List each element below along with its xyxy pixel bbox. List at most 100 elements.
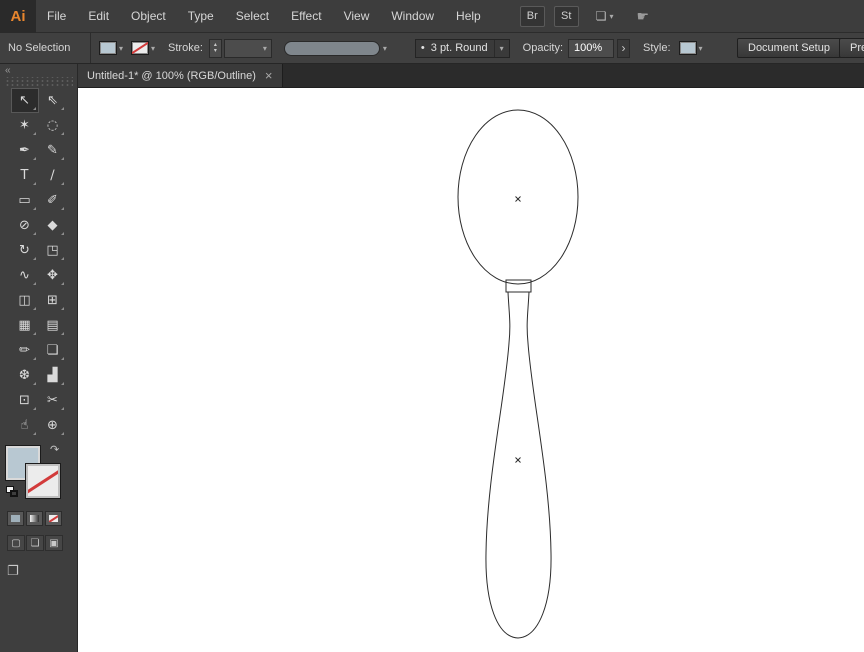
document-title: Untitled-1* @ 100% (RGB/Outline): [87, 69, 256, 82]
menu-item[interactable]: Effect: [280, 0, 332, 32]
menu-item[interactable]: Type: [177, 0, 225, 32]
artboard-canvas[interactable]: [78, 88, 864, 652]
lasso-tool[interactable]: ◌: [39, 113, 67, 138]
illustrator-window: Ai File Edit Object Type Select Effect View Win…: [0, 0, 864, 652]
gradient-button[interactable]: [26, 511, 43, 526]
none-slash-icon: [132, 42, 149, 54]
hand-tool[interactable]: ☝: [11, 413, 39, 438]
pen-tool[interactable]: ✒: [11, 138, 39, 163]
rotate-tool[interactable]: ↻: [11, 238, 39, 263]
draw-inside-button[interactable]: ▣: [45, 535, 63, 551]
artwork-svg: [457, 109, 579, 639]
pencil-tool[interactable]: ✎: [39, 138, 67, 163]
menu-item[interactable]: Object: [120, 0, 177, 32]
opacity-options-button[interactable]: ›: [617, 38, 631, 58]
perspective-grid-tool[interactable]: ⊞: [39, 288, 67, 313]
type-tool[interactable]: T: [11, 163, 39, 188]
brush-definition-dropdown[interactable]: • 3 pt. Round ▾: [414, 38, 510, 58]
main-menus: File Edit Object Type Select Effect View Window…: [36, 0, 492, 32]
app-bar-right: Br St ❏ ▾ ☛: [519, 5, 650, 27]
rectangle-tool[interactable]: ▭: [11, 188, 39, 213]
eyedropper-tool[interactable]: ✏: [11, 338, 39, 363]
screen-mode-row: ❐: [7, 563, 77, 580]
free-transform-tool[interactable]: ✥: [39, 263, 67, 288]
mesh-tool[interactable]: ▦: [11, 313, 39, 338]
hand-gesture-icon[interactable]: ☛: [637, 8, 650, 25]
style-swatch[interactable]: [678, 41, 697, 55]
direct-selection-tool[interactable]: ⇖: [39, 88, 67, 113]
workspace-icon: ❏: [595, 9, 607, 23]
gradient-tool[interactable]: ▤: [39, 313, 67, 338]
magic-wand-tool[interactable]: ✶: [11, 113, 39, 138]
menu-item[interactable]: Select: [225, 0, 280, 32]
none-slash-icon: [49, 515, 58, 522]
document-tab-bar: Untitled-1* @ 100% (RGB/Outline) ×: [78, 64, 864, 88]
style-label[interactable]: Style:: [643, 42, 671, 54]
workspace: « ↖ ⇖ ✶ ◌ ✒ ✎ T ∕ ▭ ✐ ⊘ ◆ ↻ ◳ ∿ ✥ ◫ ⊞ ▦ ▤ ✏ ❏ ❆ ▟ ⊡ ✂ ☝ ⊕ ↷: [0, 64, 864, 652]
draw-normal-button[interactable]: ▢: [7, 535, 25, 551]
document-tab[interactable]: Untitled-1* @ 100% (RGB/Outline) ×: [78, 64, 283, 87]
column-graph-tool[interactable]: ▟: [39, 363, 67, 388]
zoom-tool[interactable]: ⊕: [39, 413, 67, 438]
draw-behind-button[interactable]: ❏: [26, 535, 44, 551]
opacity-label[interactable]: Opacity:: [523, 42, 563, 54]
swap-fill-stroke-icon[interactable]: ↷: [50, 443, 59, 456]
paintbrush-tool[interactable]: ✐: [39, 188, 67, 213]
document-area: Untitled-1* @ 100% (RGB/Outline) ×: [78, 64, 864, 652]
workspace-switcher[interactable]: ❏ ▾: [596, 9, 614, 23]
stroke-label[interactable]: Stroke:: [168, 42, 203, 54]
preferences-button[interactable]: Preferences: [839, 38, 864, 58]
tools-panel-header: «: [0, 64, 77, 77]
menu-item[interactable]: Edit: [77, 0, 120, 32]
blob-brush-tool[interactable]: ⊘: [11, 213, 39, 238]
stroke-swatch[interactable]: [25, 463, 61, 499]
chevron-down-icon[interactable]: ▾: [699, 44, 703, 53]
chevron-down-icon[interactable]: ▾: [383, 44, 387, 53]
chevron-down-icon[interactable]: ▾: [151, 44, 155, 53]
slice-tool[interactable]: ✂: [39, 388, 67, 413]
default-fill-stroke-icon[interactable]: [6, 486, 20, 499]
brush-bullet-icon: •: [420, 42, 425, 54]
screen-mode-button[interactable]: ❐: [7, 563, 29, 580]
selection-tool[interactable]: ↖: [10, 88, 39, 113]
stroke-color-swatch[interactable]: [131, 41, 150, 55]
eraser-tool[interactable]: ◆: [39, 213, 67, 238]
menu-item[interactable]: View: [333, 0, 381, 32]
control-bar: No Selection ▾ ▾ Stroke: ▴ ▾ ▾ ▾ • 3 pt.…: [0, 33, 864, 64]
blend-tool[interactable]: ❏: [39, 338, 67, 363]
chevron-down-icon: ▾: [262, 43, 267, 53]
spoon-bowl-outline: [457, 109, 579, 285]
shape-builder-tool[interactable]: ◫: [11, 288, 39, 313]
collapse-panel-icon[interactable]: «: [5, 65, 11, 76]
styles-panel-button[interactable]: St: [553, 5, 579, 27]
brush-stroke-preview[interactable]: [283, 40, 380, 56]
none-button[interactable]: [45, 511, 62, 526]
menu-bar: Ai File Edit Object Type Select Effect View Win…: [0, 0, 864, 33]
panel-drag-grip[interactable]: [4, 77, 73, 86]
chevron-down-icon[interactable]: ▾: [119, 44, 123, 53]
stroke-color-control[interactable]: ▾: [131, 41, 155, 55]
document-setup-button[interactable]: Document Setup: [737, 38, 841, 58]
opacity-input[interactable]: 100%: [568, 38, 615, 58]
symbol-sprayer-tool[interactable]: ❆: [11, 363, 39, 388]
width-tool[interactable]: ∿: [11, 263, 39, 288]
menu-item[interactable]: File: [36, 0, 77, 32]
scale-tool[interactable]: ◳: [39, 238, 67, 263]
fill-color-swatch[interactable]: [99, 41, 117, 55]
color-mode-row: [7, 511, 77, 526]
style-control[interactable]: ▾: [678, 41, 703, 55]
menu-item[interactable]: Window: [380, 0, 445, 32]
fill-stroke-indicator: ↷: [5, 443, 72, 502]
brushes-panel-button[interactable]: Br: [519, 5, 545, 27]
stepper-down-icon[interactable]: ▾: [214, 48, 217, 54]
color-button[interactable]: [7, 511, 24, 526]
menu-item[interactable]: Help: [445, 0, 492, 32]
fill-color-control[interactable]: ▾: [99, 41, 123, 55]
stroke-width-dropdown[interactable]: ▾: [223, 38, 272, 58]
line-segment-tool[interactable]: ∕: [39, 163, 67, 188]
spoon-neck-outline: [505, 279, 532, 293]
stroke-width-stepper[interactable]: ▴ ▾: [208, 38, 222, 58]
artboard-tool[interactable]: ⊡: [11, 388, 39, 413]
bowl-center-mark: [515, 196, 521, 202]
close-tab-icon[interactable]: ×: [265, 69, 273, 82]
